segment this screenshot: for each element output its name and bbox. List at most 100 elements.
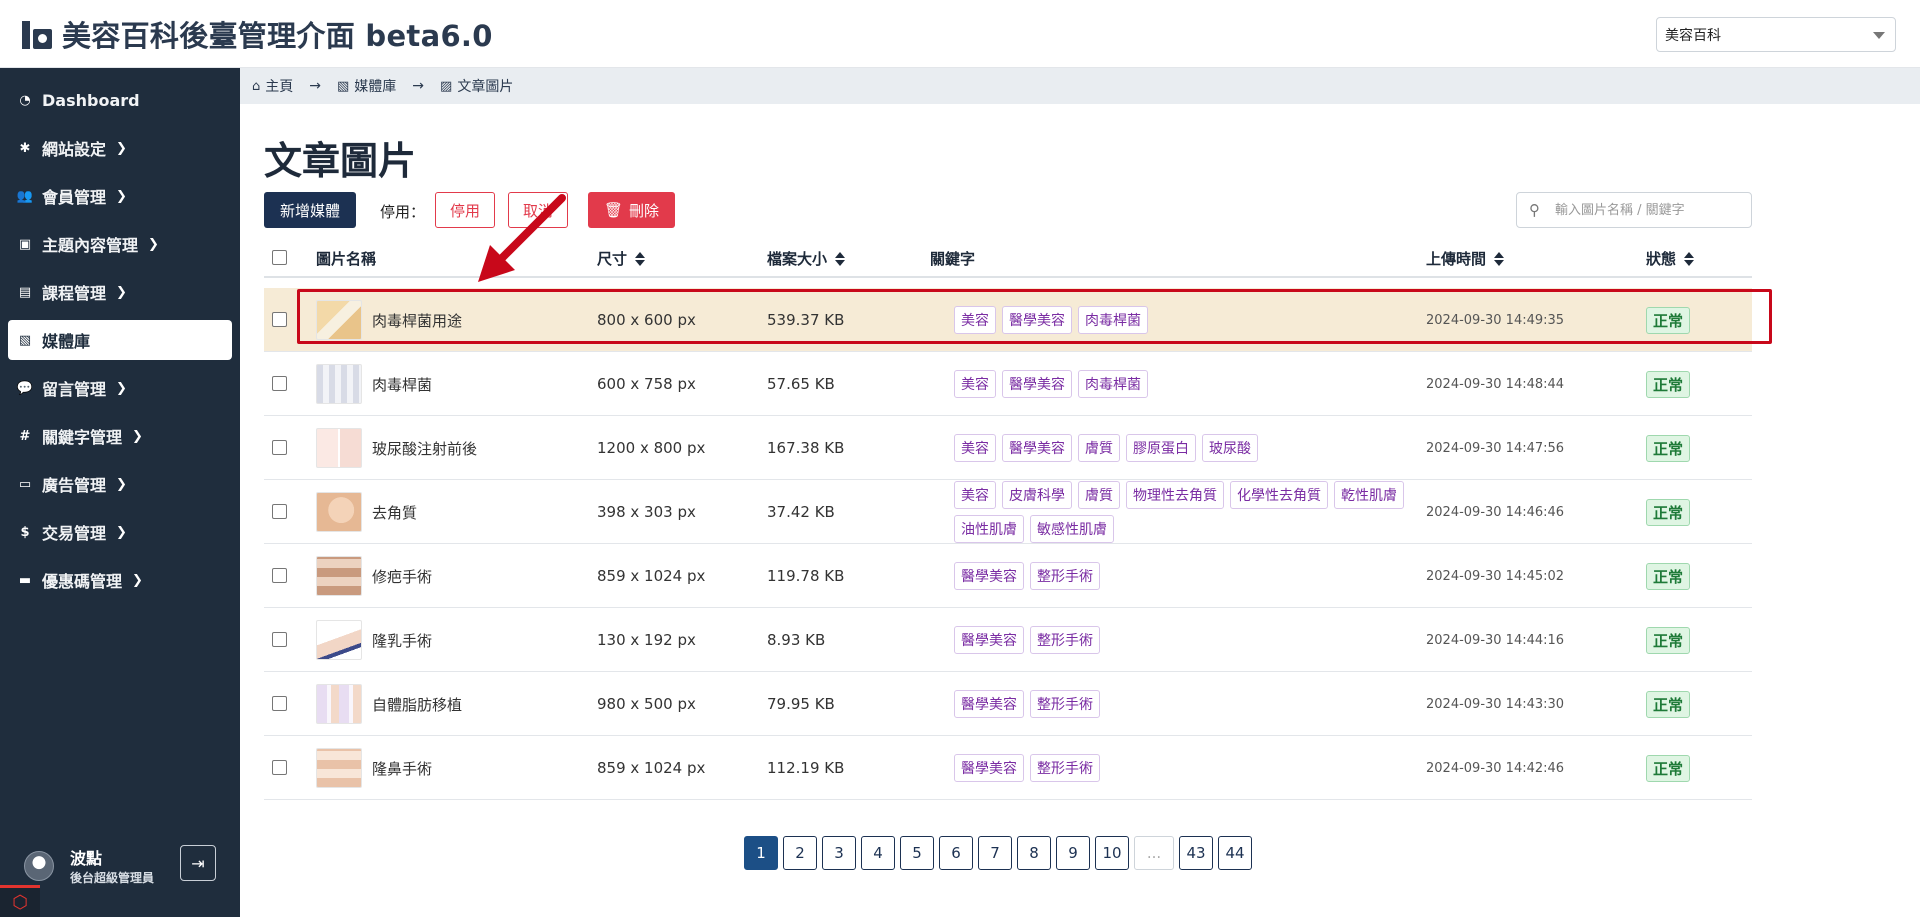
breadcrumb-home[interactable]: ⌂ 主頁 [252,76,293,96]
upload-time: 2024-09-30 14:45:02 [1426,568,1565,584]
keyword-tag[interactable]: 美容 [954,481,996,509]
sidebar-item-members[interactable]: 👥 會員管理 ❯ [8,176,232,216]
cancel-button[interactable]: 取消 [508,192,569,228]
sidebar-item-ads[interactable]: ▭ 廣告管理 ❯ [8,464,232,504]
sort-icon [635,251,646,266]
page-button-3[interactable]: 3 [822,836,856,870]
sidebar-item-transactions[interactable]: $ 交易管理 ❯ [8,512,232,552]
keyword-tag[interactable]: 整形手術 [1030,562,1100,590]
row-checkbox[interactable] [272,632,287,647]
keyword-tag[interactable]: 美容 [954,306,996,334]
page-button-7[interactable]: 7 [978,836,1012,870]
image-name[interactable]: 肉毒桿菌用途 [372,288,462,352]
search-input[interactable] [1555,199,1745,221]
keyword-tag[interactable]: 肉毒桿菌 [1078,306,1148,334]
sidebar-item-comments[interactable]: 💬 留言管理 ❯ [8,368,232,408]
page-button-4[interactable]: 4 [861,836,895,870]
keyword-tag[interactable]: 肉毒桿菌 [1078,370,1148,398]
page-button-6[interactable]: 6 [939,836,973,870]
col-size-header[interactable]: 尺寸 [597,248,646,269]
table-row[interactable]: 隆鼻手術 859 x 1024 px 112.19 KB 醫學美容 整形手術 2… [264,736,1752,800]
page-button-5[interactable]: 5 [900,836,934,870]
keyword-tag[interactable]: 醫學美容 [1002,434,1072,462]
row-checkbox[interactable] [272,376,287,391]
image-name[interactable]: 隆鼻手術 [372,736,432,800]
keyword-tag[interactable]: 皮膚科學 [1002,481,1072,509]
keyword-tag[interactable]: 美容 [954,434,996,462]
page-button-9[interactable]: 9 [1056,836,1090,870]
file-size: 539.37 KB [767,311,845,329]
keyword-tag[interactable]: 醫學美容 [954,626,1024,654]
pagination: 1 2 3 4 5 6 7 8 9 10 ... 43 44 [744,836,1257,870]
breadcrumb-media[interactable]: ▧ 媒體庫 [337,76,396,96]
keyword-tag[interactable]: 化學性去角質 [1230,481,1328,509]
sidebar-item-media-library[interactable]: ▧ 媒體庫 [8,320,232,360]
keyword-tag[interactable]: 整形手術 [1030,754,1100,782]
keyword-tag[interactable]: 醫學美容 [954,562,1024,590]
sidebar-item-site-settings[interactable]: ✱ 網站設定 ❯ [8,128,232,168]
col-status-header[interactable]: 狀態 [1646,248,1695,269]
keyword-tag[interactable]: 物理性去角質 [1126,481,1224,509]
sidebar-item-coupons[interactable]: ▬ 優惠碼管理 ❯ [8,560,232,600]
keyword-tag[interactable]: 醫學美容 [954,754,1024,782]
row-checkbox[interactable] [272,760,287,775]
page-button-8[interactable]: 8 [1017,836,1051,870]
image-name[interactable]: 隆乳手術 [372,608,432,672]
keyword-tag[interactable]: 敏感性肌膚 [1030,515,1114,543]
delete-button[interactable]: 🗑 刪除 [588,192,676,228]
image-size: 398 x 303 px [597,503,696,521]
row-checkbox[interactable] [272,504,287,519]
select-all-checkbox[interactable] [272,250,287,265]
keyword-tag[interactable]: 整形手術 [1030,626,1100,654]
keyword-tag[interactable]: 醫學美容 [1002,306,1072,334]
sidebar-item-keywords[interactable]: # 關鍵字管理 ❯ [8,416,232,456]
site-select[interactable]: 美容百科 [1656,17,1896,52]
row-checkbox[interactable] [272,440,287,455]
keyword-tag[interactable]: 醫學美容 [954,690,1024,718]
col-file-size-header[interactable]: 檔案大小 [767,248,846,269]
keyword-tag[interactable]: 醫學美容 [1002,370,1072,398]
image-name[interactable]: 肉毒桿菌 [372,352,432,416]
keyword-tag[interactable]: 玻尿酸 [1202,434,1258,462]
table-row[interactable]: 肉毒桿菌 600 x 758 px 57.65 KB 美容 醫學美容 肉毒桿菌 … [264,352,1752,416]
table-row[interactable]: 自體脂肪移植 980 x 500 px 79.95 KB 醫學美容 整形手術 2… [264,672,1752,736]
image-name[interactable]: 修疤手術 [372,544,432,608]
col-upload-time-header[interactable]: 上傳時間 [1426,248,1505,269]
row-checkbox[interactable] [272,696,287,711]
sidebar-item-dashboard[interactable]: ◔ Dashboard [8,80,232,120]
image-name[interactable]: 自體脂肪移植 [372,672,462,736]
keyword-tag[interactable]: 整形手術 [1030,690,1100,718]
image-size: 600 x 758 px [597,375,696,393]
row-checkbox[interactable] [272,312,287,327]
table-row[interactable]: 去角質 398 x 303 px 37.42 KB 美容 皮膚科學 膚質 物理性… [264,480,1752,544]
page-button-43[interactable]: 43 [1179,836,1213,870]
image-name[interactable]: 玻尿酸注射前後 [372,416,477,480]
row-checkbox[interactable] [272,568,287,583]
col-upload-time-label: 上傳時間 [1426,250,1487,268]
search-box: ⚲ [1516,192,1752,228]
keyword-tag[interactable]: 油性肌膚 [954,515,1024,543]
sidebar: ◔ Dashboard ✱ 網站設定 ❯ 👥 會員管理 ❯ ▣ 主題內容管理 ❯… [0,68,240,917]
page-button-10[interactable]: 10 [1095,836,1129,870]
keyword-tag[interactable]: 膚質 [1078,481,1120,509]
chevron-right-icon: ❯ [116,188,127,204]
page-button-44[interactable]: 44 [1218,836,1252,870]
sidebar-item-topic-content[interactable]: ▣ 主題內容管理 ❯ [8,224,232,264]
logout-button[interactable]: ⇥ [180,845,216,881]
keyword-tag[interactable]: 膠原蛋白 [1126,434,1196,462]
keyword-tag[interactable]: 乾性肌膚 [1334,481,1404,509]
table-row[interactable]: 隆乳手術 130 x 192 px 8.93 KB 醫學美容 整形手術 2024… [264,608,1752,672]
thumbnail-image [316,620,362,660]
page-button-2[interactable]: 2 [783,836,817,870]
table-row[interactable]: 修疤手術 859 x 1024 px 119.78 KB 醫學美容 整形手術 2… [264,544,1752,608]
image-name[interactable]: 去角質 [372,480,417,544]
keyword-tag[interactable]: 美容 [954,370,996,398]
table-row[interactable]: 肉毒桿菌用途 800 x 600 px 539.37 KB 美容 醫學美容 肉毒… [264,288,1752,352]
table-row[interactable]: 玻尿酸注射前後 1200 x 800 px 167.38 KB 美容 醫學美容 … [264,416,1752,480]
sidebar-item-courses[interactable]: ▤ 課程管理 ❯ [8,272,232,312]
page-button-1[interactable]: 1 [744,836,778,870]
add-media-button[interactable]: 新增媒體 [264,192,357,228]
status-cell: 正常 [1646,416,1691,480]
keyword-tag[interactable]: 膚質 [1078,434,1120,462]
disable-button[interactable]: 停用 [435,192,496,228]
